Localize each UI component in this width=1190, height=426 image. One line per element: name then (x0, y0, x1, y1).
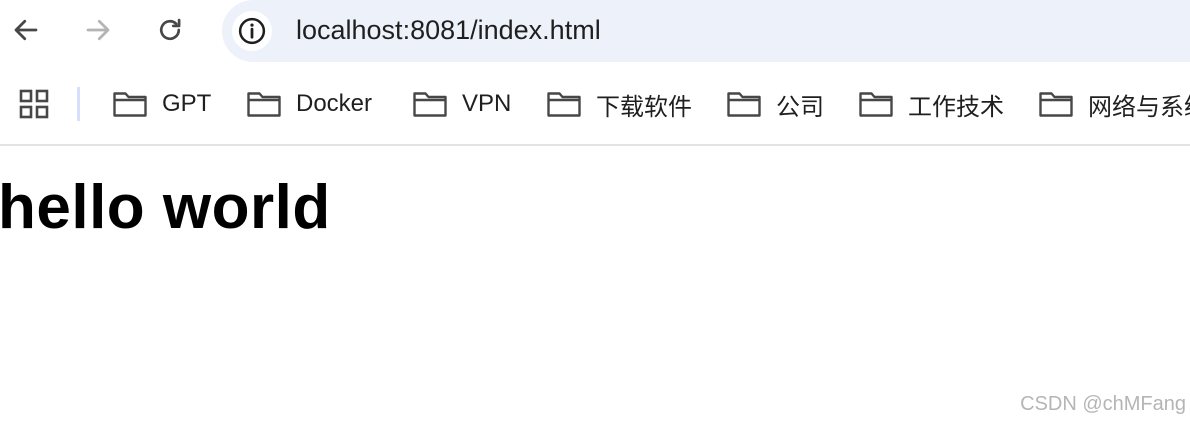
bookmark-label: Docker (296, 90, 373, 117)
bookmark-label: 下载软件 (596, 93, 692, 121)
bookmarks-bar: GPT Docker VPN 下载软件 公司 工作技术 网络与系 (0, 62, 1190, 146)
apps-grid-icon (19, 89, 49, 119)
arrow-right-icon (86, 19, 110, 41)
bookmark-folder-downloads[interactable]: 下载软件 (546, 84, 692, 124)
bookmark-folder-company[interactable]: 公司 (726, 84, 824, 124)
url-text[interactable]: localhost:8081/index.html (296, 15, 601, 46)
site-info-button[interactable] (232, 11, 272, 51)
forward-button[interactable] (80, 12, 116, 48)
watermark: CSDN @chMFang (1020, 393, 1186, 415)
bookmark-folder-work-tech[interactable]: 工作技术 (858, 84, 1004, 124)
back-button[interactable] (8, 12, 44, 48)
bookmarks-separator (77, 87, 80, 121)
folder-icon (247, 92, 281, 117)
folder-icon (113, 92, 147, 117)
apps-button[interactable] (18, 88, 50, 120)
page-heading: hello world (0, 173, 331, 242)
bookmark-label: 网络与系统 (1088, 93, 1190, 121)
browser-toolbar: localhost:8081/index.html (0, 0, 1190, 62)
page-content: hello world CSDN @chMFang (0, 146, 1190, 426)
arrow-left-icon (14, 19, 38, 41)
folder-icon (413, 92, 447, 117)
folder-icon (859, 92, 893, 117)
bookmark-label: GPT (162, 90, 212, 117)
reload-button[interactable] (152, 12, 188, 48)
bookmark-folder-network-system[interactable]: 网络与系统 (1038, 84, 1190, 124)
bookmark-label: 工作技术 (908, 93, 1004, 121)
folder-icon (1039, 92, 1073, 117)
bookmark-label: 公司 (776, 93, 824, 121)
folder-icon (547, 92, 581, 117)
reload-icon (159, 18, 181, 41)
bookmark-folder-vpn[interactable]: VPN (412, 84, 511, 124)
bookmark-folder-docker[interactable]: Docker (246, 84, 372, 124)
bookmark-folder-gpt[interactable]: GPT (112, 84, 211, 124)
info-icon (238, 17, 266, 45)
address-bar[interactable]: localhost:8081/index.html (222, 0, 1190, 62)
folder-icon (727, 92, 761, 117)
bookmark-label: VPN (462, 90, 512, 117)
